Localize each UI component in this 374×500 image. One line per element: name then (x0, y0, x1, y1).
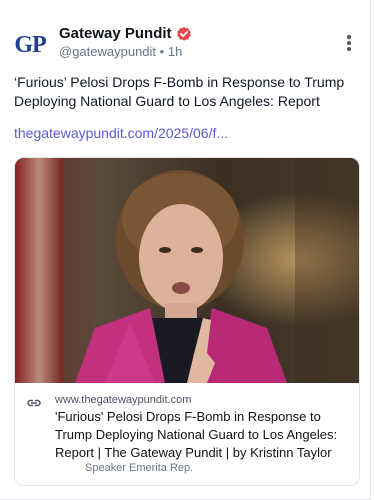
more-options-button[interactable] (340, 32, 358, 54)
post-text: ‘Furious’ Pelosi Drops F-Bomb in Respons… (14, 74, 345, 109)
avatar[interactable]: GP (12, 27, 48, 63)
post-link[interactable]: thegatewaypundit.com/2025/06/f... (14, 125, 228, 141)
link-icon (27, 399, 41, 407)
display-name[interactable]: Gateway Pundit (59, 25, 172, 42)
author-name-row: Gateway Pundit (59, 25, 192, 42)
handle[interactable]: @gatewaypundit (59, 44, 156, 59)
preview-image[interactable] (15, 158, 359, 383)
more-vertical-icon (347, 35, 351, 39)
verified-badge-icon (176, 26, 191, 41)
preview-domain: www.thegatewaypundit.com (55, 394, 192, 406)
preview-title[interactable]: 'Furious' Pelosi Drops F-Bomb in Respons… (55, 408, 355, 462)
more-dot (347, 41, 351, 45)
avatar-logo-text: GP (14, 31, 46, 58)
preview-description: Speaker Emerita Rep. (85, 462, 194, 474)
handle-row: @gatewaypundit • 1h (59, 44, 182, 59)
separator-dot: • (159, 44, 165, 59)
link-preview-card[interactable]: www.thegatewaypundit.com 'Furious' Pelos… (14, 157, 360, 486)
post-time[interactable]: 1h (168, 44, 182, 59)
post-card[interactable]: GP Gateway Pundit @gatewaypundit • 1h ‘F… (0, 0, 371, 500)
more-dot (347, 47, 351, 51)
